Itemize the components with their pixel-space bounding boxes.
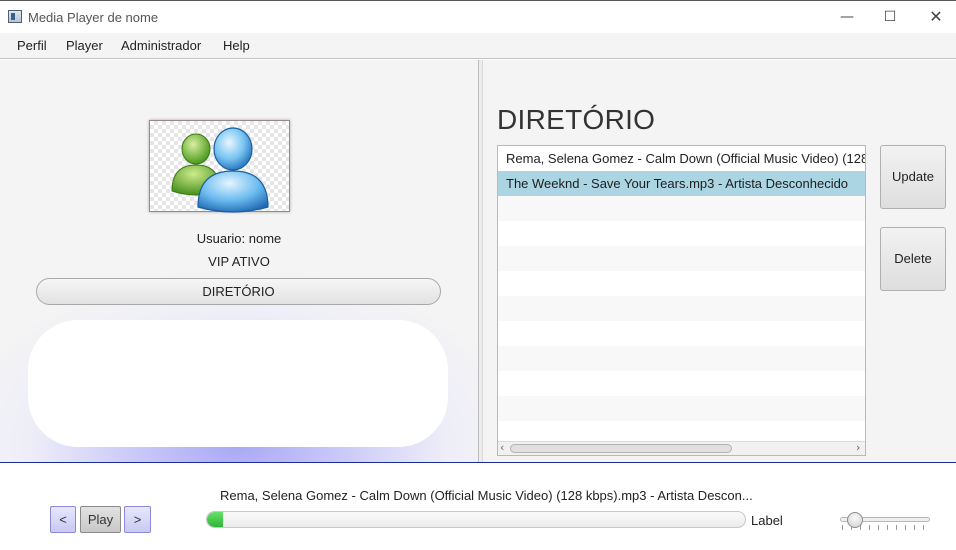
list-item-empty — [498, 221, 865, 246]
track-list[interactable]: Rema, Selena Gomez - Calm Down (Official… — [497, 145, 866, 456]
directory-button[interactable]: DIRETÓRIO — [36, 278, 441, 305]
next-button[interactable]: > — [124, 506, 151, 533]
list-item-empty — [498, 196, 865, 221]
horizontal-scrollbar[interactable]: ‹ › — [498, 441, 865, 455]
list-item-empty — [498, 321, 865, 346]
play-button[interactable]: Play — [80, 506, 121, 533]
playback-progress-bar[interactable] — [206, 511, 746, 528]
profile-content-area — [28, 320, 448, 447]
menu-player[interactable]: Player — [66, 38, 103, 53]
window-title: Media Player de nome — [28, 10, 159, 25]
scroll-left-arrow-icon[interactable]: ‹ — [500, 441, 504, 454]
update-button[interactable]: Update — [880, 145, 946, 209]
status-label: Label — [751, 513, 783, 528]
delete-button[interactable]: Delete — [880, 227, 946, 291]
now-playing-label: Rema, Selena Gomez - Calm Down (Official… — [220, 488, 753, 503]
directory-heading: DIRETÓRIO — [497, 104, 656, 135]
users-icon — [149, 120, 290, 213]
menu-help[interactable]: Help — [223, 38, 250, 53]
menu-bar: Perfil Player Administrador Help — [0, 33, 956, 59]
directory-panel: DIRETÓRIO Rema, Selena Gomez - Calm Down… — [483, 60, 956, 462]
title-bar: Media Player de nome — ☐ ✕ — [0, 0, 956, 33]
list-item-selected[interactable]: The Weeknd - Save Your Tears.mp3 - Artis… — [498, 171, 865, 196]
list-item-empty — [498, 396, 865, 421]
progress-fill — [207, 512, 224, 527]
volume-slider[interactable] — [838, 511, 932, 533]
list-item-empty — [498, 271, 865, 296]
close-button[interactable]: ✕ — [918, 5, 954, 29]
list-item[interactable]: Rema, Selena Gomez - Calm Down (Official… — [498, 146, 865, 171]
list-item-empty — [498, 346, 865, 371]
list-item-empty — [498, 371, 865, 396]
menu-administrador[interactable]: Administrador — [121, 38, 201, 53]
app-icon — [8, 10, 22, 23]
maximize-button[interactable]: ☐ — [872, 5, 908, 29]
vip-status-label: VIP ATIVO — [208, 254, 270, 269]
profile-panel: Usuario: nome VIP ATIVO DIRETÓRIO — [0, 60, 478, 462]
scroll-right-arrow-icon[interactable]: › — [856, 441, 860, 454]
scrollbar-thumb[interactable] — [510, 444, 732, 453]
menu-perfil[interactable]: Perfil — [17, 38, 47, 53]
minimize-button[interactable]: — — [829, 5, 865, 29]
username-label: Usuario: nome — [196, 231, 282, 246]
previous-button[interactable]: < — [50, 506, 76, 533]
list-item-empty — [498, 296, 865, 321]
list-item-empty — [498, 246, 865, 271]
player-bar: Rema, Selena Gomez - Calm Down (Official… — [0, 463, 956, 550]
